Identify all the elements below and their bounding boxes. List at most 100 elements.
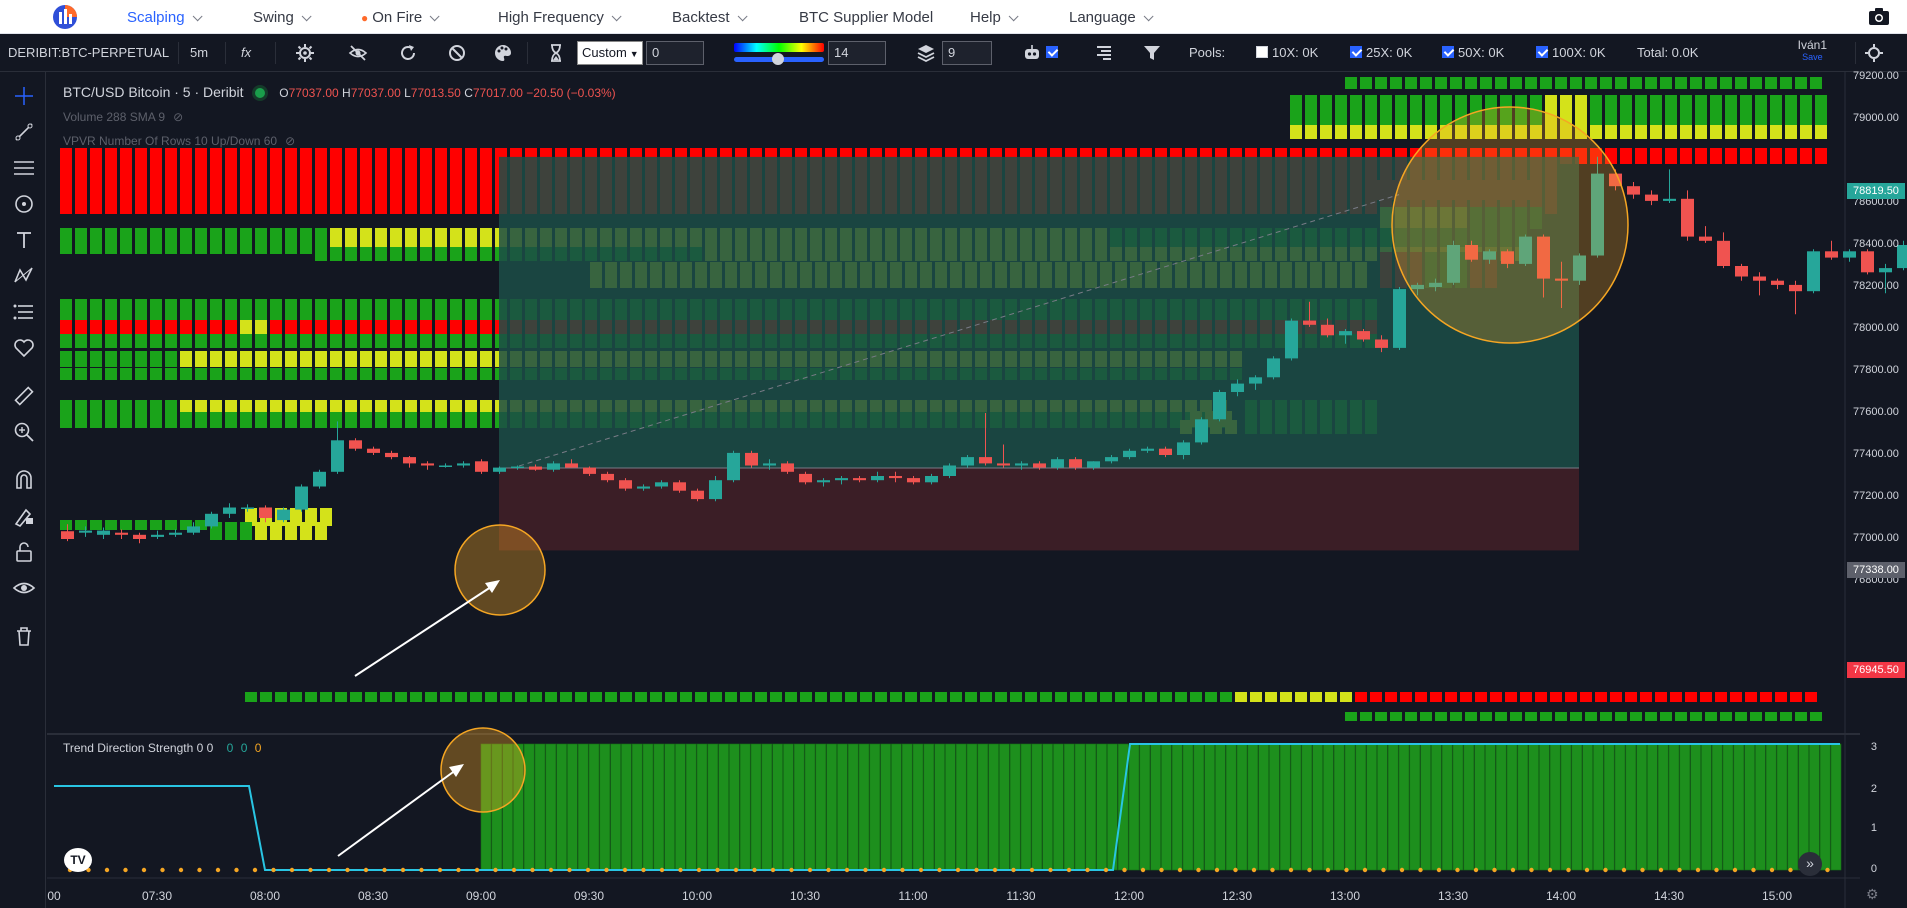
- heatmap-cell: [435, 320, 447, 334]
- heatmap-cell: [375, 164, 387, 214]
- heatmap-cell: [270, 368, 282, 380]
- close-value: 77017.00: [472, 86, 523, 100]
- heatmap-cell: [255, 368, 267, 380]
- trend-bar: [1355, 743, 1367, 871]
- eye-off-icon[interactable]: ⊘: [173, 110, 183, 124]
- heatmap-cell: [1745, 692, 1757, 702]
- zero-dot: [1122, 867, 1127, 873]
- heatmap-cell: [225, 351, 237, 367]
- heatmap-cell: [1630, 77, 1642, 89]
- heatmap-cell: [405, 400, 417, 412]
- heatmap-cell: [405, 334, 417, 348]
- heatmap-cell: [75, 400, 87, 412]
- zero-dot: [1233, 867, 1238, 873]
- heatmap-cell: [455, 692, 467, 702]
- trend-bar: [1009, 743, 1021, 871]
- time-axis-label: 09:30: [573, 889, 605, 903]
- heatmap-cell: [375, 351, 387, 367]
- heatmap-cell: [60, 520, 72, 530]
- trend-bar: [1647, 743, 1658, 871]
- ind-axis-1: 1: [1870, 822, 1877, 834]
- zero-dot: [1677, 867, 1682, 873]
- heatmap-cell: [1750, 77, 1762, 89]
- trend-bar: [588, 743, 600, 871]
- heatmap-cell: [480, 334, 492, 348]
- time-axis-label: 11:30: [1006, 889, 1036, 903]
- zero-dot: [178, 867, 184, 873]
- candle-body: [1087, 461, 1100, 468]
- chart-settings-gear-icon[interactable]: ⚙: [1866, 886, 1879, 903]
- scroll-to-realtime-button[interactable]: »: [1798, 852, 1822, 876]
- time-axis-label: 13:00: [1329, 889, 1361, 903]
- trend-bar: [1431, 743, 1442, 871]
- heatmap-cell: [480, 299, 492, 321]
- zero-dot: [141, 867, 147, 873]
- trend-bar: [988, 743, 999, 871]
- heatmap-cell: [210, 299, 222, 321]
- heatmap-cell: [285, 368, 297, 380]
- tradingview-logo[interactable]: TV: [64, 848, 92, 872]
- heatmap-cell: [420, 320, 432, 334]
- candle-body: [727, 452, 740, 481]
- heatmap-cell: [465, 334, 477, 348]
- heatmap-cell: [435, 334, 447, 348]
- trend-bar: [977, 743, 989, 871]
- vpvr-legend[interactable]: VPVR Number Of Rows 10 Up/Down 60 ⊘: [63, 132, 295, 148]
- heatmap-cell: [1770, 95, 1782, 125]
- zero-dot: [1621, 867, 1627, 873]
- heatmap-cell: [1350, 125, 1362, 139]
- heatmap-cell: [210, 164, 222, 214]
- heatmap-cell: [195, 351, 207, 367]
- heatmap-cell: [1805, 692, 1817, 702]
- candle-body: [565, 463, 578, 468]
- heatmap-cell: [890, 692, 902, 702]
- heatmap-cell: [90, 299, 102, 321]
- zero-dot: [1362, 867, 1368, 873]
- candle-body: [691, 490, 704, 500]
- candle-body: [619, 480, 632, 489]
- heatmap-cell: [225, 148, 237, 164]
- heatmap-cell: [150, 334, 162, 348]
- heatmap-cell: [1615, 77, 1627, 89]
- heatmap-cell: [1735, 712, 1747, 721]
- heatmap-cell: [815, 692, 827, 702]
- heatmap-cell: [290, 692, 302, 702]
- trend-bar: [1312, 743, 1323, 871]
- zero-dot: [289, 867, 295, 873]
- heatmap-cell: [105, 400, 117, 412]
- heatmap-cell: [1720, 712, 1732, 721]
- stop-price-tag: 76945.50: [1847, 662, 1905, 678]
- heatmap-cell: [90, 334, 102, 348]
- heatmap-cell: [165, 412, 177, 428]
- trend-bar: [1139, 743, 1151, 871]
- heatmap-cell: [450, 299, 462, 321]
- heatmap-cell: [845, 692, 857, 702]
- heatmap-cell: [480, 400, 492, 412]
- heatmap-cell: [360, 148, 372, 164]
- indicator-legend[interactable]: Trend Direction Strength 0 0 0 0 0: [63, 741, 261, 755]
- candle-body: [493, 467, 506, 472]
- symbol-title[interactable]: BTC/USD Bitcoin · 5 · Deribit: [63, 84, 243, 100]
- heatmap-cell: [465, 247, 477, 261]
- heatmap-cell: [1670, 692, 1682, 702]
- heatmap-cell: [135, 299, 147, 321]
- candle-body: [529, 466, 542, 470]
- heatmap-cell: [405, 148, 417, 164]
- heatmap-cell: [240, 400, 252, 412]
- heatmap-cell: [410, 692, 422, 702]
- heatmap-cell: [180, 368, 192, 380]
- heatmap-cell: [315, 334, 327, 348]
- heatmap-cell: [395, 692, 407, 702]
- price-axis-label: 79200.00: [1853, 70, 1899, 82]
- heatmap-cell: [875, 692, 887, 702]
- trend-bar: [966, 743, 978, 871]
- heatmap-cell: [165, 228, 177, 254]
- eye-off-icon[interactable]: ⊘: [285, 134, 295, 148]
- heatmap-cell: [330, 400, 342, 412]
- heatmap-cell: [1010, 692, 1022, 702]
- trend-bar: [804, 743, 816, 871]
- volume-legend[interactable]: Volume 288 SMA 9 ⊘: [63, 108, 183, 124]
- heatmap-cell: [1465, 712, 1477, 721]
- heatmap-cell: [1495, 77, 1507, 89]
- trend-bar: [1204, 743, 1215, 871]
